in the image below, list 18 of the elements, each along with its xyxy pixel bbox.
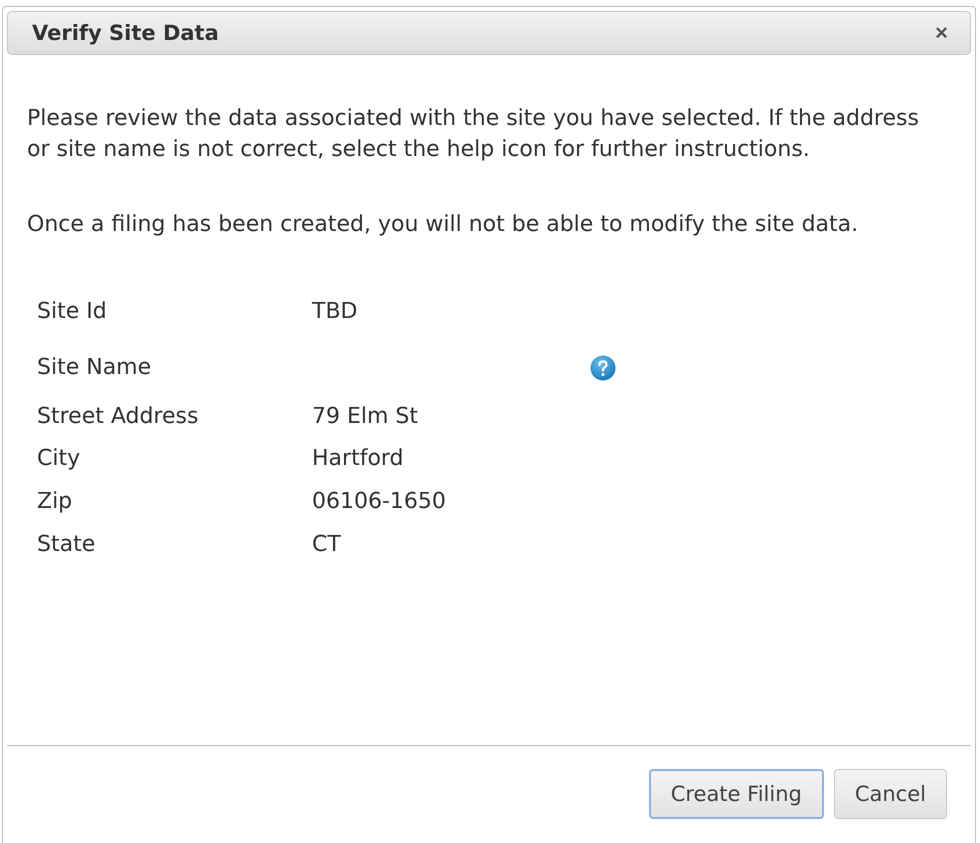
close-button[interactable]: ×: [933, 22, 950, 44]
field-value: Hartford: [312, 446, 404, 471]
field-value: 79 Elm St: [312, 404, 418, 429]
dialog-button[interactable]: Create Filing: [648, 769, 824, 819]
dialog-button[interactable]: Cancel: [834, 769, 947, 819]
field-label: State: [37, 532, 96, 557]
field-value: CT: [312, 532, 341, 557]
field-label: City: [37, 446, 82, 471]
field-label: Site Id: [37, 299, 108, 324]
instruction-text: Once a filing has been created, you will not be able to modify the site data.: [27, 211, 860, 239]
field-label: Zip: [37, 489, 74, 514]
dialog-title: Verify Site Data: [32, 21, 219, 45]
help-icon[interactable]: [590, 354, 616, 380]
field-label: Site Name: [37, 355, 152, 380]
field-value: TBD: [312, 299, 358, 324]
field-label: Street Address: [37, 404, 200, 429]
field-value: 06106-1650: [312, 489, 446, 514]
instruction-text: Please review the data associated with the site you have selected. If the address or site name is not correct, select the help icon for further instructions.: [27, 105, 920, 164]
